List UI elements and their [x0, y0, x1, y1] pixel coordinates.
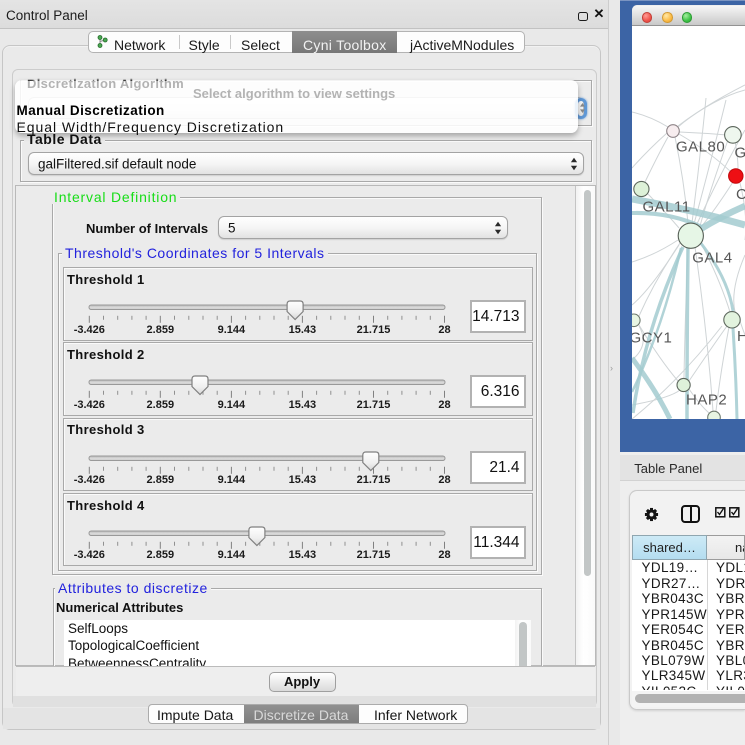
svg-text:C: C	[736, 186, 745, 203]
svg-text:GCY1: GCY1	[632, 330, 672, 347]
svg-text:H: H	[737, 328, 745, 345]
svg-text:GAL11: GAL11	[643, 199, 691, 216]
svg-text:HAP2: HAP2	[686, 392, 727, 409]
svg-text:GAL4: GAL4	[692, 250, 732, 267]
svg-text:GAL80: GAL80	[676, 139, 725, 156]
svg-text:GA: GA	[735, 145, 745, 162]
